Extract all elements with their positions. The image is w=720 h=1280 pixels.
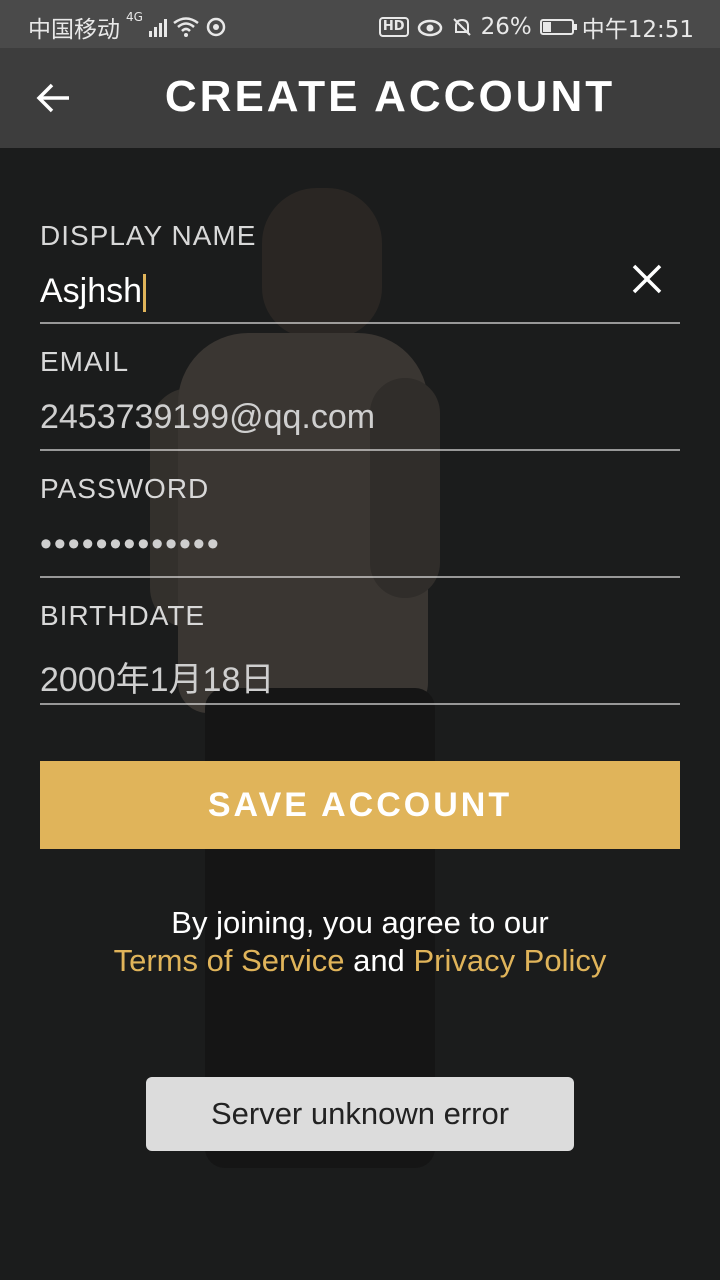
password-label: PASSWORD xyxy=(40,473,210,504)
status-bar-left: 中国移动 4G xyxy=(28,10,227,44)
signal-icon xyxy=(148,17,167,37)
birthdate-label: BIRTHDATE xyxy=(40,600,206,631)
email-field[interactable]: EMAIL 2453739199@qq.com xyxy=(40,346,680,451)
terms-notice: By joining, you agree to our Terms of Se… xyxy=(0,904,720,980)
text-cursor xyxy=(143,274,147,313)
terms-of-service-link[interactable]: Terms of Service xyxy=(114,943,345,978)
back-button[interactable] xyxy=(28,74,80,122)
email-label: EMAIL xyxy=(40,346,130,377)
terms-links-line: Terms of Service and Privacy Policy xyxy=(0,942,720,980)
error-toast-message: Server unknown error xyxy=(210,1096,510,1131)
birthdate-input[interactable]: 2000年1月18日 xyxy=(40,652,274,701)
battery-percent: 26% xyxy=(480,14,532,40)
password-field[interactable]: PASSWORD ••••••••••••• xyxy=(40,473,680,578)
password-input[interactable]: ••••••••••••• xyxy=(40,525,221,564)
back-arrow-icon xyxy=(36,83,69,113)
birthdate-field[interactable]: BIRTHDATE 2000年1月18日 xyxy=(40,600,680,705)
clear-button[interactable] xyxy=(630,262,664,296)
carrier-name: 中国移动 xyxy=(28,17,120,43)
display-name-field[interactable]: DISPLAY NAME Asjhsh xyxy=(40,220,680,324)
network-type: 4G xyxy=(126,10,143,24)
status-bar-right: HD 26% 中午12:51 xyxy=(378,10,694,44)
mute-bell-icon xyxy=(452,18,471,36)
create-account-form: DISPLAY NAME Asjhsh EMAIL 2453739199@qq.… xyxy=(40,220,680,705)
app-header: CREATE ACCOUNT xyxy=(0,48,720,148)
display-name-input[interactable]: Asjhsh xyxy=(40,272,147,313)
sync-icon xyxy=(206,17,226,37)
privacy-policy-link[interactable]: Privacy Policy xyxy=(413,943,606,978)
page-title: CREATE ACCOUNT xyxy=(164,72,616,121)
email-input[interactable]: 2453739199@qq.com xyxy=(40,398,375,437)
terms-prefix: By joining, you agree to our xyxy=(171,905,549,940)
save-account-button[interactable]: SAVE ACCOUNT xyxy=(40,761,680,849)
hd-badge: HD xyxy=(378,17,409,37)
wifi-icon xyxy=(173,17,199,37)
clock: 中午12:51 xyxy=(581,17,694,43)
close-icon xyxy=(632,264,662,294)
eye-comfort-icon xyxy=(417,19,442,37)
display-name-label: DISPLAY NAME xyxy=(40,220,257,251)
status-bar: 中国移动 4G HD 26% 中午12:51 xyxy=(0,0,720,48)
battery-icon xyxy=(539,19,577,35)
error-toast: Server unknown error xyxy=(146,1077,574,1151)
display-name-value: Asjhsh xyxy=(40,272,143,310)
terms-conjunction: and xyxy=(353,943,405,978)
